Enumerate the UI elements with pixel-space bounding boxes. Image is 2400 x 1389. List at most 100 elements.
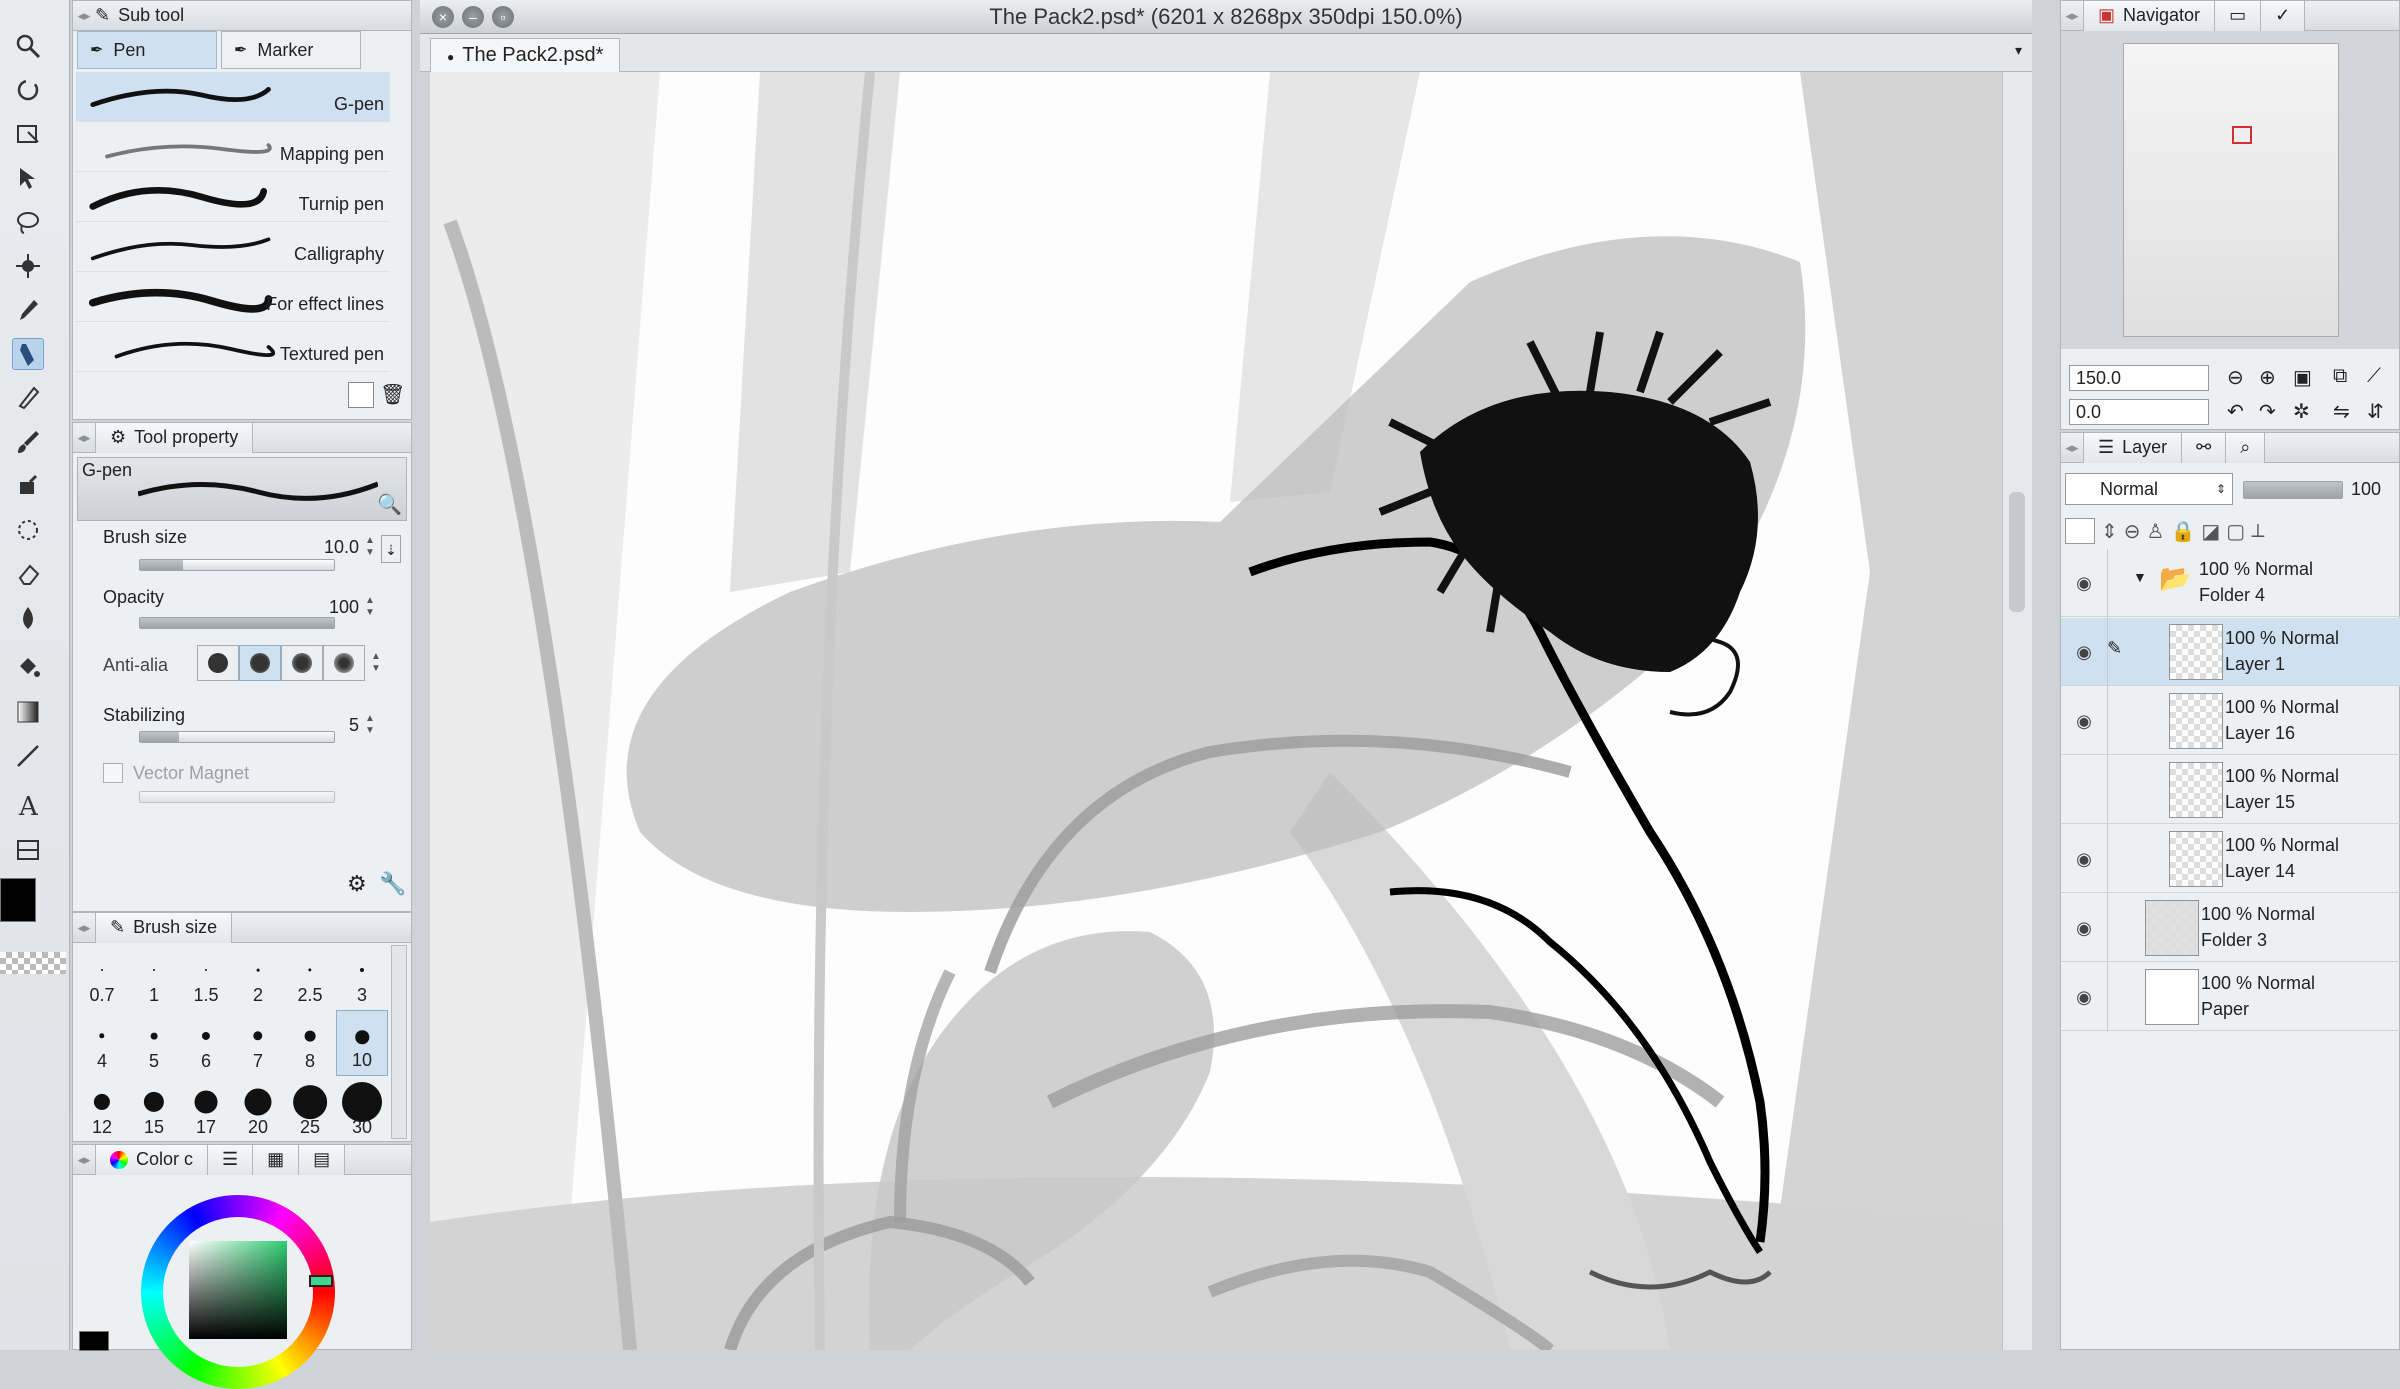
zoom-tool-icon[interactable] bbox=[12, 30, 44, 62]
gradient-tool-icon[interactable] bbox=[12, 696, 44, 728]
brush-size-option[interactable]: 12 bbox=[76, 1076, 128, 1142]
document-tab[interactable]: ● The Pack2.psd* bbox=[430, 38, 621, 72]
tab-search-layer[interactable]: ⌕ bbox=[2226, 432, 2266, 463]
anti-alias-none[interactable] bbox=[197, 645, 239, 681]
magic-wand-icon[interactable] bbox=[12, 250, 44, 282]
tab-menu-chevron-icon[interactable]: ▾ bbox=[2015, 42, 2022, 59]
tab-color-slider[interactable]: ☰ bbox=[208, 1144, 254, 1175]
layer-row[interactable]: ◉ 100 % Normal Layer 16 bbox=[2061, 687, 2400, 755]
vector-magnet-checkbox[interactable] bbox=[103, 763, 123, 783]
visibility-eye-icon[interactable]: ◉ bbox=[2069, 916, 2099, 940]
layer-row[interactable]: ◉ 100 % Normal Paper bbox=[2061, 963, 2400, 1031]
tab-pen[interactable]: ✒ Pen bbox=[77, 31, 217, 69]
trash-icon[interactable]: 🗑 bbox=[380, 382, 405, 408]
layer-row[interactable]: ◉ ✎ 100 % Normal Layer 1 bbox=[2061, 618, 2400, 686]
brush-size-option[interactable]: 15 bbox=[128, 1076, 180, 1142]
visibility-eye-icon[interactable]: ◉ bbox=[2069, 640, 2099, 664]
layer-row[interactable]: ◉ 100 % Normal Layer 14 bbox=[2061, 825, 2400, 893]
tab-item-bank[interactable]: ✓ bbox=[2261, 0, 2306, 31]
brush-size-option[interactable]: 3 bbox=[336, 944, 388, 1010]
rotate-left-icon[interactable]: ↶ bbox=[2227, 399, 2244, 424]
line-tool-icon[interactable] bbox=[12, 740, 44, 772]
brush-item-mapping-pen[interactable]: Mapping pen bbox=[76, 122, 390, 172]
brush-size-option[interactable]: 0.7 bbox=[76, 944, 128, 1010]
layer-opacity-slider[interactable] bbox=[2243, 481, 2343, 499]
layer-opacity-value[interactable]: 100 bbox=[2351, 479, 2381, 500]
tool-wrench-icon[interactable]: 🔧 bbox=[379, 871, 406, 897]
brush-item-for-effect-lines[interactable]: For effect lines bbox=[76, 272, 390, 322]
airbrush-icon[interactable] bbox=[12, 470, 44, 502]
text-tool-icon[interactable]: A bbox=[12, 788, 44, 820]
pencil-tool-icon[interactable] bbox=[12, 382, 44, 414]
brush-size-pressure-icon[interactable]: ⇣ bbox=[381, 535, 401, 563]
visibility-eye-icon[interactable]: ◉ bbox=[2069, 847, 2099, 871]
main-color-swatch[interactable] bbox=[0, 878, 36, 922]
eyedropper-icon[interactable] bbox=[12, 294, 44, 326]
tab-color-circle[interactable]: Color c bbox=[95, 1144, 209, 1175]
panel-grip-icon[interactable]: ◂▸ bbox=[73, 1, 95, 31]
brush-item-g-pen[interactable]: G-pen bbox=[76, 72, 390, 122]
canvas-vertical-scrollbar[interactable] bbox=[2002, 72, 2032, 1350]
transparent-color-swatch[interactable] bbox=[0, 952, 66, 974]
brush-size-option[interactable]: 6 bbox=[180, 1010, 232, 1076]
brush-size-option[interactable]: 1.5 bbox=[180, 944, 232, 1010]
brush-size-option[interactable]: 8 bbox=[284, 1010, 336, 1076]
frame-tool-icon[interactable] bbox=[12, 834, 44, 866]
navigator-viewport[interactable] bbox=[2061, 31, 2399, 349]
zoom-out-icon[interactable]: ⊖ bbox=[2227, 365, 2244, 390]
tab-sub-view[interactable]: ▭ bbox=[2215, 0, 2262, 31]
lasso-tool-icon[interactable] bbox=[12, 206, 44, 238]
zoom-window-icon[interactable]: ▫ bbox=[492, 6, 514, 28]
layer-color-icon[interactable] bbox=[2065, 518, 2095, 544]
actual-size-icon[interactable]: ⧉ bbox=[2333, 365, 2347, 388]
settings-icon[interactable]: ⚙ bbox=[347, 871, 367, 897]
navigator-rotate-field[interactable]: 0.0 bbox=[2069, 399, 2209, 425]
magnify-preview-icon[interactable]: 🔍 bbox=[377, 492, 402, 517]
panel-grip-icon[interactable]: ◂▸ bbox=[73, 423, 95, 453]
rotate-tool-icon[interactable] bbox=[12, 74, 44, 106]
stepper-icon[interactable]: ⇕ bbox=[2101, 519, 2118, 544]
anti-alias-selector[interactable] bbox=[197, 645, 365, 681]
tab-layer-property[interactable]: ⚯ bbox=[2182, 432, 2227, 463]
stabilizing-slider[interactable] bbox=[139, 731, 335, 743]
folder-expand-chevron-icon[interactable]: ▼ bbox=[2133, 569, 2147, 585]
anti-alias-strong[interactable] bbox=[323, 645, 365, 681]
move-tool-icon[interactable] bbox=[12, 162, 44, 194]
mask-icon[interactable]: ▢ bbox=[2226, 519, 2245, 544]
object-tool-icon[interactable] bbox=[12, 118, 44, 150]
opacity-spinner[interactable]: ▲ ▼ bbox=[363, 595, 377, 621]
anti-alias-spinner[interactable]: ▲ ▼ bbox=[369, 651, 383, 677]
brush-size-option[interactable]: 4 bbox=[76, 1010, 128, 1076]
brush-size-scrollbar[interactable] bbox=[391, 945, 407, 1139]
clip-layer-icon[interactable]: ⊖ bbox=[2124, 519, 2141, 544]
tab-color-history[interactable]: ▤ bbox=[299, 1144, 346, 1175]
layer-row[interactable]: ◉ 100 % Normal Folder 3 bbox=[2061, 894, 2400, 962]
brush-item-calligraphy[interactable]: Calligraphy bbox=[76, 222, 390, 272]
reference-layer-icon[interactable]: ♙ bbox=[2147, 519, 2165, 544]
saturation-value-square[interactable] bbox=[189, 1241, 287, 1339]
minimize-window-icon[interactable]: – bbox=[462, 6, 484, 28]
brush-size-value[interactable]: 10.0 bbox=[293, 537, 359, 558]
fill-tool-icon[interactable] bbox=[12, 652, 44, 684]
brush-size-option[interactable]: 2.5 bbox=[284, 944, 336, 1010]
brush-size-option[interactable]: 10 bbox=[336, 1010, 388, 1076]
navigator-view-frame[interactable] bbox=[2232, 126, 2252, 144]
brush-size-spinner[interactable]: ▲ ▼ bbox=[363, 535, 377, 561]
pen-tool-icon[interactable] bbox=[12, 338, 44, 370]
ruler-icon[interactable]: ⟂ bbox=[2251, 520, 2264, 543]
brush-size-option[interactable]: 7 bbox=[232, 1010, 284, 1076]
tab-color-set[interactable]: ▦ bbox=[253, 1144, 300, 1175]
panel-grip-icon[interactable]: ◂▸ bbox=[2061, 1, 2083, 31]
layer-row[interactable]: ◉ ▼ 📂 100 % Normal Folder 4 bbox=[2061, 549, 2400, 617]
layer-row[interactable]: 100 % Normal Layer 15 bbox=[2061, 756, 2400, 824]
brush-size-option[interactable]: 20 bbox=[232, 1076, 284, 1142]
panel-grip-icon[interactable]: ◂▸ bbox=[2061, 433, 2083, 463]
canvas-scroll-thumb[interactable] bbox=[2009, 492, 2025, 612]
reset-rotation-icon[interactable]: ✲ bbox=[2293, 399, 2310, 424]
eraser-icon[interactable] bbox=[12, 558, 44, 590]
hue-marker[interactable] bbox=[309, 1275, 333, 1287]
lock-transparency-icon[interactable]: ◪ bbox=[2201, 519, 2220, 544]
fit-window-icon[interactable]: ▣ bbox=[2293, 365, 2312, 390]
brush-size-option[interactable]: 17 bbox=[180, 1076, 232, 1142]
lock-icon[interactable]: 🔒 bbox=[2170, 519, 2195, 544]
